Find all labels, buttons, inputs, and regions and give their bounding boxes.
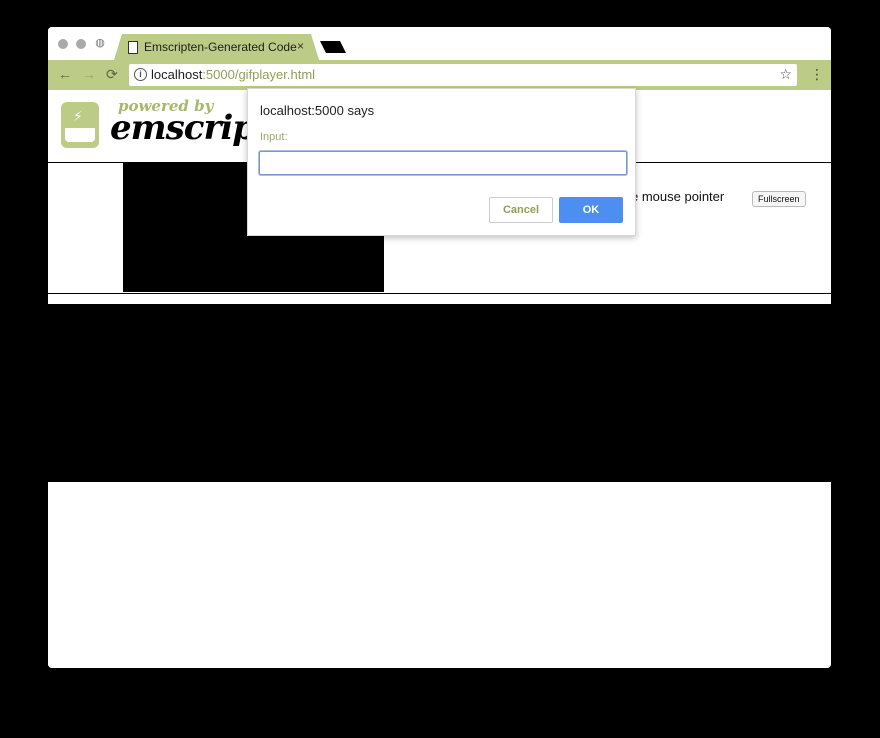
- browser-menu-icon[interactable]: ⋮: [810, 66, 824, 83]
- prompt-dialog: localhost:5000 says Input: Cancel OK: [247, 88, 636, 236]
- cancel-button[interactable]: Cancel: [489, 197, 553, 223]
- main-canvas[interactable]: [48, 304, 831, 482]
- minimize-window-button[interactable]: [76, 39, 86, 49]
- reload-icon[interactable]: ⟳: [106, 66, 118, 83]
- toolbar: ← → ⟳ i localhost:5000/gifplayer.html ☆ …: [48, 60, 831, 90]
- tab-strip: ◍ Emscripten-Generated Code ×: [48, 27, 831, 60]
- dialog-input-field[interactable]: [259, 151, 627, 175]
- document-icon: [128, 41, 138, 54]
- dialog-title: localhost:5000 says: [260, 103, 375, 118]
- ok-button[interactable]: OK: [559, 197, 623, 223]
- info-icon[interactable]: i: [134, 68, 147, 81]
- tab-active[interactable]: Emscripten-Generated Code ×: [114, 34, 319, 60]
- fullscreen-button[interactable]: Fullscreen: [752, 191, 806, 207]
- bookmark-star-icon[interactable]: ☆: [779, 66, 792, 83]
- lock-pointer-label: e mouse pointer: [631, 189, 725, 204]
- url-path: :5000/gifplayer.html: [202, 67, 316, 82]
- forward-icon[interactable]: →: [82, 66, 96, 82]
- globe-icon[interactable]: ◍: [94, 37, 106, 49]
- lightning-icon: ⚡: [73, 108, 83, 124]
- close-window-button[interactable]: [58, 39, 68, 49]
- tab-title: Emscripten-Generated Code: [144, 40, 297, 54]
- url-host: localhost: [151, 67, 203, 82]
- browser-window: ◍ Emscripten-Generated Code × ← → ⟳ i lo…: [48, 27, 831, 668]
- address-bar[interactable]: i localhost:5000/gifplayer.html ☆: [129, 64, 797, 86]
- back-icon[interactable]: ←: [58, 66, 72, 82]
- dialog-input-label: Input:: [260, 131, 288, 143]
- new-tab-button[interactable]: [320, 41, 346, 53]
- emscripten-logo-icon: ⚡: [61, 102, 99, 148]
- url-text[interactable]: localhost:5000/gifplayer.html: [151, 67, 315, 82]
- divider: [48, 293, 831, 294]
- close-tab-icon[interactable]: ×: [297, 39, 304, 53]
